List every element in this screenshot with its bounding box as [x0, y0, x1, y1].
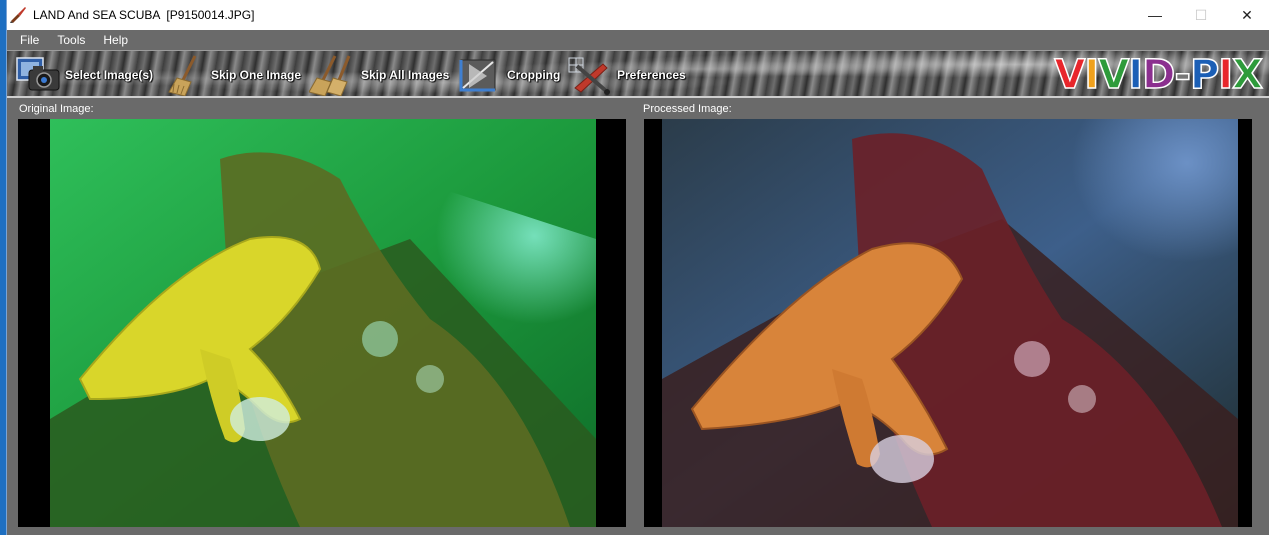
crop-icon: [457, 54, 507, 96]
window-title: LAND And SEA SCUBA [P9150014.JPG]: [33, 8, 255, 22]
original-photo: [50, 119, 596, 527]
tools-icon: [565, 54, 617, 96]
skip-one-image-button[interactable]: Skip One Image: [165, 51, 301, 99]
logo-letter: I: [1127, 52, 1143, 98]
toolbar: Select Image(s) Skip One Image Skip All …: [7, 50, 1269, 98]
cropping-label: Cropping: [507, 68, 561, 82]
processed-image-label: Processed Image:: [643, 103, 732, 115]
double-broom-icon: [308, 54, 361, 97]
logo-letter: V: [1098, 52, 1130, 98]
skip-one-image-label: Skip One Image: [211, 68, 302, 82]
window-controls: — ☐ ✕: [1132, 0, 1269, 30]
vivid-pix-logo: VIVID-PIX: [1054, 52, 1264, 98]
select-images-label: Select Image(s): [65, 68, 154, 82]
logo-letter: D: [1141, 52, 1176, 98]
processed-photo: [662, 119, 1238, 527]
logo-letter: P: [1189, 52, 1220, 98]
maximize-button[interactable]: ☐: [1178, 0, 1224, 30]
original-image-frame: [18, 119, 626, 527]
logo-letter: V: [1054, 52, 1086, 98]
logo-letter: I: [1084, 52, 1100, 98]
cropping-button[interactable]: Cropping: [457, 51, 560, 99]
logo-letter: I: [1218, 52, 1234, 98]
select-images-button[interactable]: Select Image(s): [13, 51, 153, 99]
logo-letter: X: [1231, 52, 1263, 98]
menu-file[interactable]: File: [7, 30, 48, 50]
close-button[interactable]: ✕: [1224, 0, 1269, 30]
app-brush-icon: [9, 6, 27, 24]
processed-starfish-image: [662, 119, 1238, 527]
title-bar[interactable]: LAND And SEA SCUBA [P9150014.JPG] — ☐ ✕: [7, 0, 1269, 30]
preferences-button[interactable]: Preferences: [565, 51, 686, 99]
processed-image-frame: [644, 119, 1252, 527]
original-image-label: Original Image:: [19, 103, 94, 115]
menu-help[interactable]: Help: [94, 30, 137, 50]
menu-tools[interactable]: Tools: [48, 30, 94, 50]
app-window: LAND And SEA SCUBA [P9150014.JPG] — ☐ ✕ …: [6, 0, 1269, 535]
original-starfish-image: [50, 119, 596, 527]
skip-all-images-label: Skip All Images: [361, 68, 450, 82]
minimize-button[interactable]: —: [1132, 0, 1178, 30]
camera-icon: [13, 54, 65, 96]
logo-letter: -: [1174, 52, 1192, 98]
menu-bar: File Tools Help: [7, 30, 1269, 50]
broom-icon: [165, 54, 211, 97]
preferences-label: Preferences: [617, 68, 686, 82]
skip-all-images-button[interactable]: Skip All Images: [308, 51, 450, 99]
